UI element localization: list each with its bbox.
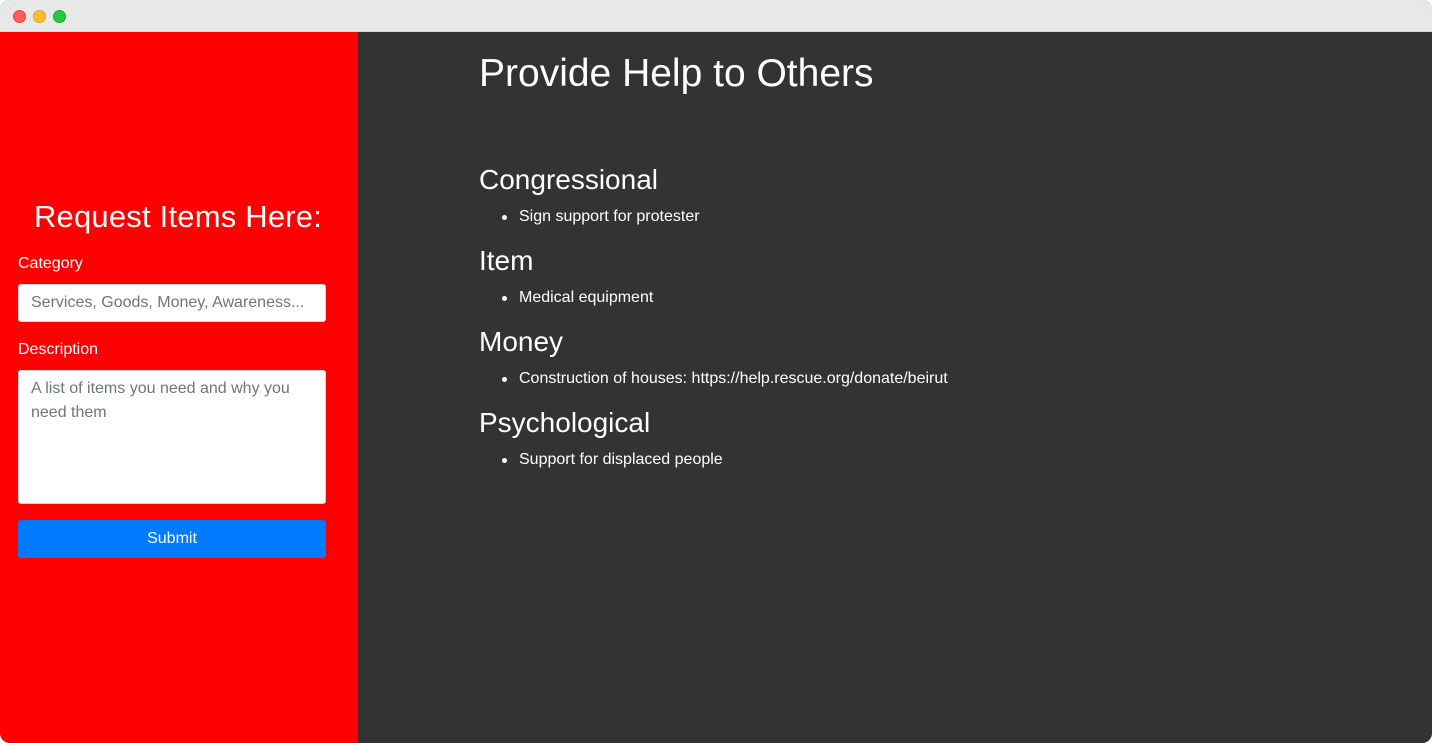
section-heading-congressional: Congressional — [479, 164, 658, 195]
category-label: Category — [18, 255, 83, 272]
help-content: Provide Help to Others Congressional Sig… — [358, 32, 1432, 743]
category-input[interactable] — [18, 284, 326, 322]
close-window-icon[interactable] — [13, 10, 26, 23]
page-title: Provide Help to Others — [479, 52, 874, 95]
section-heading-money: Money — [479, 326, 564, 357]
request-form-title: Request Items Here: — [33, 199, 323, 234]
section-list-psychological: Support for displaced people — [501, 448, 723, 472]
minimize-window-icon[interactable] — [33, 10, 46, 23]
maximize-window-icon[interactable] — [53, 10, 66, 23]
list-item: Construction of houses: https://help.res… — [501, 367, 948, 391]
section-heading-item: Item — [479, 245, 534, 276]
request-sidebar: Request Items Here: Category Description… — [0, 32, 358, 743]
section-heading-psychological: Psychological — [479, 407, 651, 438]
window-titlebar — [0, 0, 1432, 32]
list-item: Medical equipment — [501, 286, 653, 310]
browser-window: Request Items Here: Category Description… — [0, 0, 1432, 743]
description-label: Description — [18, 341, 99, 358]
list-item: Sign support for protester — [501, 205, 700, 229]
list-item: Support for displaced people — [501, 448, 723, 472]
section-list-item: Medical equipment — [501, 286, 653, 310]
section-list-money: Construction of houses: https://help.res… — [501, 367, 948, 391]
section-list-congressional: Sign support for protester — [501, 205, 700, 229]
description-textarea[interactable] — [18, 370, 326, 504]
submit-button[interactable]: Submit — [18, 520, 326, 558]
